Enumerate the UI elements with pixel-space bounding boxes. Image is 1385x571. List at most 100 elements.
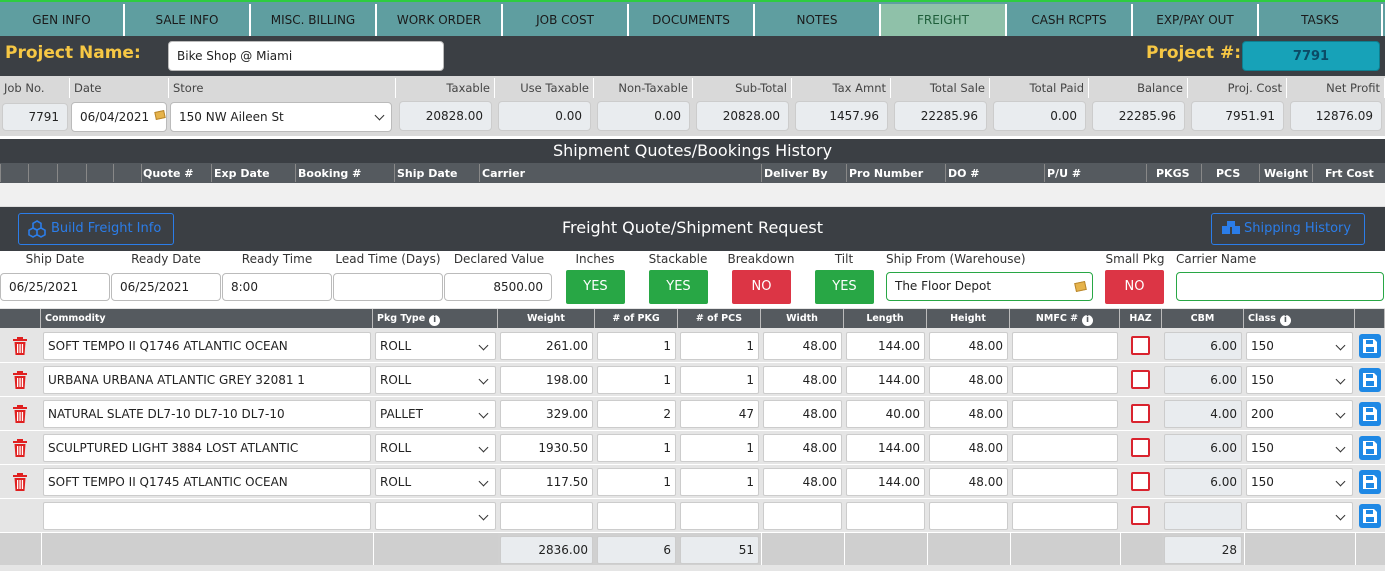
height-input[interactable]: 48.00 [929, 332, 1008, 360]
class-select[interactable] [1246, 502, 1353, 530]
nmfc-input[interactable] [1012, 366, 1118, 394]
stackable-toggle[interactable]: YES [649, 270, 708, 304]
nmfc-input[interactable] [1012, 468, 1118, 496]
length-input[interactable]: 144.00 [846, 434, 925, 462]
inches-toggle[interactable]: YES [566, 270, 625, 304]
declared-value-input[interactable]: 8500.00 [444, 273, 552, 301]
pkg-input[interactable]: 1 [597, 332, 676, 360]
haz-checkbox[interactable] [1131, 370, 1150, 389]
height-input[interactable]: 48.00 [929, 434, 1008, 462]
pcs-input[interactable]: 1 [680, 332, 759, 360]
haz-checkbox[interactable] [1131, 472, 1150, 491]
info-circle-icon[interactable]: i [1279, 315, 1291, 326]
trash-icon[interactable] [12, 405, 28, 426]
weight-input[interactable] [500, 502, 593, 530]
pkg-type-input[interactable] [375, 502, 496, 530]
ready-date-input[interactable]: 06/25/2021 [111, 273, 221, 301]
weight-input[interactable]: 198.00 [500, 366, 593, 394]
commodity-input[interactable]: NATURAL SLATE DL7-10 DL7-10 DL7-10 [43, 400, 371, 428]
date-input[interactable]: 06/04/2021 [71, 102, 167, 132]
commodity-input[interactable] [43, 502, 371, 530]
nmfc-input[interactable] [1012, 502, 1118, 530]
commodity-input[interactable]: SOFT TEMPO II Q1746 ATLANTIC OCEAN [43, 332, 371, 360]
height-input[interactable]: 48.00 [929, 468, 1008, 496]
class-select[interactable]: 150 [1246, 332, 1353, 360]
height-input[interactable] [929, 502, 1008, 530]
pkg-input[interactable]: 2 [597, 400, 676, 428]
floppy-disk-icon[interactable] [1359, 402, 1381, 426]
trash-icon[interactable] [12, 337, 28, 358]
pkg-type-input[interactable]: ROLL [375, 366, 496, 394]
width-input[interactable]: 48.00 [763, 468, 842, 496]
pcs-input[interactable] [680, 502, 759, 530]
haz-checkbox[interactable] [1131, 404, 1150, 423]
haz-checkbox[interactable] [1131, 438, 1150, 457]
ready-time-input[interactable]: 8:00 [222, 273, 332, 301]
haz-checkbox[interactable] [1131, 336, 1150, 355]
tab-job-cost[interactable]: JOB COST [503, 4, 629, 36]
small-pkg-toggle[interactable]: NO [1105, 270, 1164, 304]
class-select[interactable]: 150 [1246, 434, 1353, 462]
ship-date-input[interactable]: 06/25/2021 [0, 273, 110, 301]
class-select[interactable]: 200 [1246, 400, 1353, 428]
trash-icon[interactable] [12, 473, 28, 494]
pcs-input[interactable]: 47 [680, 400, 759, 428]
width-input[interactable]: 48.00 [763, 434, 842, 462]
haz-checkbox[interactable] [1131, 506, 1150, 525]
tab-tasks[interactable]: TASKS [1259, 4, 1383, 36]
pkg-type-input[interactable]: ROLL [375, 468, 496, 496]
tilt-toggle[interactable]: YES [815, 270, 874, 304]
floppy-disk-icon[interactable] [1359, 470, 1381, 494]
pkg-type-input[interactable]: ROLL [375, 434, 496, 462]
info-circle-icon[interactable]: i [429, 315, 441, 326]
floppy-disk-icon[interactable] [1359, 436, 1381, 460]
length-input[interactable]: 40.00 [846, 400, 925, 428]
tab-notes[interactable]: NOTES [755, 4, 881, 36]
tab-gen-info[interactable]: GEN INFO [0, 4, 125, 36]
height-input[interactable]: 48.00 [929, 366, 1008, 394]
weight-input[interactable]: 117.50 [500, 468, 593, 496]
pkg-input[interactable]: 1 [597, 434, 676, 462]
tab-documents[interactable]: DOCUMENTS [629, 4, 755, 36]
pcs-input[interactable]: 1 [680, 366, 759, 394]
tab-work-order[interactable]: WORK ORDER [377, 4, 503, 36]
lead-time-input[interactable] [333, 273, 443, 301]
width-input[interactable] [763, 502, 842, 530]
tab-cash-rcpts[interactable]: CASH RCPTS [1007, 4, 1133, 36]
shipping-history-button[interactable]: Shipping History [1211, 213, 1365, 245]
tab-exp-pay-out[interactable]: EXP/PAY OUT [1133, 4, 1259, 36]
class-select[interactable]: 150 [1246, 366, 1353, 394]
length-input[interactable]: 144.00 [846, 332, 925, 360]
carrier-name-input[interactable] [1176, 272, 1384, 301]
floppy-disk-icon[interactable] [1359, 334, 1381, 358]
commodity-input[interactable]: SCULPTURED LIGHT 3884 LOST ATLANTIC [43, 434, 371, 462]
breakdown-toggle[interactable]: NO [732, 270, 791, 304]
pcs-input[interactable]: 1 [680, 434, 759, 462]
length-input[interactable]: 144.00 [846, 366, 925, 394]
pkg-input[interactable]: 1 [597, 468, 676, 496]
tab-misc-billing[interactable]: MISC. BILLING [251, 4, 377, 36]
class-select[interactable]: 150 [1246, 468, 1353, 496]
project-name-input[interactable]: Bike Shop @ Miami [168, 41, 444, 71]
info-circle-icon[interactable]: i [1082, 315, 1094, 326]
length-input[interactable]: 144.00 [846, 468, 925, 496]
width-input[interactable]: 48.00 [763, 366, 842, 394]
pkg-type-input[interactable]: ROLL [375, 332, 496, 360]
weight-input[interactable]: 329.00 [500, 400, 593, 428]
pkg-type-input[interactable]: PALLET [375, 400, 496, 428]
commodity-input[interactable]: URBANA URBANA ATLANTIC GREY 32081 1 [43, 366, 371, 394]
tab-sale-info[interactable]: SALE INFO [125, 4, 251, 36]
nmfc-input[interactable] [1012, 332, 1118, 360]
pkg-input[interactable] [597, 502, 676, 530]
commodity-input[interactable]: SOFT TEMPO II Q1745 ATLANTIC OCEAN [43, 468, 371, 496]
tab-freight[interactable]: FREIGHT [881, 4, 1007, 36]
length-input[interactable] [846, 502, 925, 530]
ship-from-input[interactable]: The Floor Depot [886, 272, 1093, 301]
weight-input[interactable]: 261.00 [500, 332, 593, 360]
trash-icon[interactable] [12, 371, 28, 392]
width-input[interactable]: 48.00 [763, 400, 842, 428]
nmfc-input[interactable] [1012, 434, 1118, 462]
width-input[interactable]: 48.00 [763, 332, 842, 360]
pcs-input[interactable]: 1 [680, 468, 759, 496]
build-freight-info-button[interactable]: Build Freight Info [18, 213, 174, 245]
